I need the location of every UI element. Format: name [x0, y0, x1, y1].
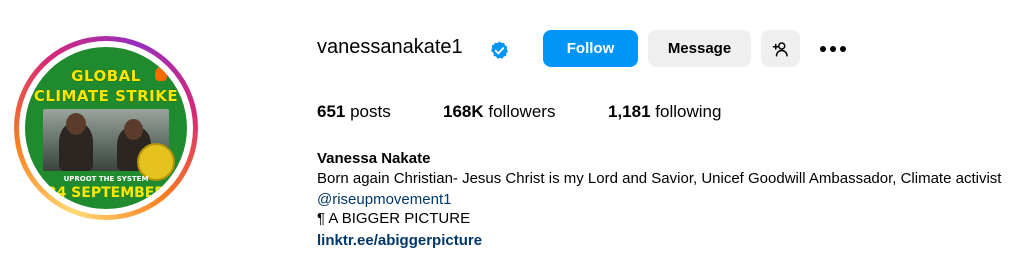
following-link[interactable]: 1,181 following — [608, 102, 721, 122]
more-options-button[interactable] — [815, 30, 851, 67]
bio-text: Born again Christian- Jesus Christ is my… — [317, 168, 1017, 210]
verified-badge-icon — [490, 41, 509, 59]
mention-link[interactable]: @riseupmovement1 — [317, 191, 451, 208]
message-button[interactable]: Message — [648, 30, 751, 67]
bio-line-2: ¶ A BIGGER PICTURE — [317, 210, 471, 227]
external-link[interactable]: linktr.ee/abiggerpicture — [317, 232, 482, 249]
avatar-text-line2: CLIMATE STRIKE — [33, 87, 179, 105]
avatar-small-text: UPROOT THE SYSTEM — [63, 175, 149, 183]
person-head — [66, 113, 86, 135]
posts-count: 651 posts — [317, 102, 391, 122]
bio-description: Born again Christian- Jesus Christ is my… — [317, 170, 1002, 187]
username[interactable]: vanessanakate1 — [317, 36, 463, 59]
avatar-gap: GLOBAL CLIMATE STRIKE UPROOT THE SYSTEM … — [19, 41, 193, 215]
full-name: Vanessa Nakate — [317, 150, 431, 167]
add-user-icon — [772, 41, 788, 56]
avatar-date-text: 24 SEPTEMBER — [46, 185, 166, 201]
following-count-value: 1,181 — [608, 102, 651, 121]
avatar[interactable]: GLOBAL CLIMATE STRIKE UPROOT THE SYSTEM … — [25, 47, 187, 209]
follow-button[interactable]: Follow — [543, 30, 638, 67]
person-head — [124, 119, 143, 140]
following-label: following — [650, 102, 722, 121]
followers-count-value: 168K — [443, 102, 484, 121]
profile-avatar-ring[interactable]: GLOBAL CLIMATE STRIKE UPROOT THE SYSTEM … — [14, 36, 198, 220]
add-user-button[interactable] — [761, 30, 800, 67]
posts-label: posts — [345, 102, 391, 121]
flame-icon — [155, 67, 167, 81]
followers-link[interactable]: 168K followers — [443, 102, 555, 122]
more-options-icon — [820, 45, 846, 52]
posts-count-value: 651 — [317, 102, 346, 121]
followers-label: followers — [483, 102, 556, 121]
